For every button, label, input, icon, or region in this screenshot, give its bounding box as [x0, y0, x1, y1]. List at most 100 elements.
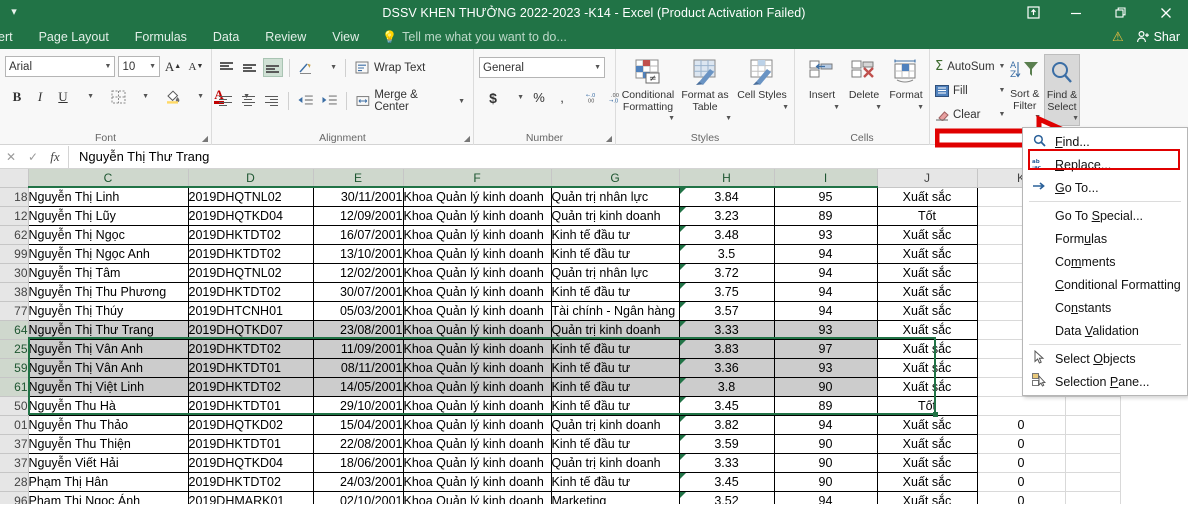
table-row[interactable]: 25 Nguyễn Thị Vân Anh 2019DHKTDT02 11/09/20…: [0, 338, 1121, 359]
cell-h[interactable]: 3.45: [678, 395, 775, 416]
number-dialog-launcher-icon[interactable]: ◢: [606, 134, 612, 143]
currency-format-button[interactable]: $: [483, 87, 503, 108]
underline-dropdown[interactable]: ▼: [76, 86, 96, 107]
cell-i[interactable]: 94: [773, 262, 878, 283]
cell-c[interactable]: Nguyễn Thị Ngọc: [27, 224, 189, 245]
cell-h[interactable]: 3.33: [678, 319, 775, 340]
cell-f[interactable]: Khoa Quản lý kinh doanh: [402, 395, 552, 416]
cell-d[interactable]: 2019DHKTDT02: [187, 243, 314, 264]
cell-e[interactable]: 16/07/2001: [312, 224, 404, 245]
menu-item-formulas[interactable]: Formulas: [1023, 227, 1187, 250]
cell-e[interactable]: 11/09/2001: [312, 338, 404, 359]
cell-e[interactable]: 30/07/2001: [312, 281, 404, 302]
column-header-g[interactable]: G: [550, 169, 680, 188]
select-all-corner[interactable]: [0, 169, 29, 188]
clear-button[interactable]: Clear ▼: [935, 104, 1005, 125]
cell-i[interactable]: 93: [773, 357, 878, 378]
cell-c[interactable]: Nguyễn Thu Thảo: [27, 414, 189, 435]
cell-e[interactable]: 15/04/2001: [312, 414, 404, 435]
cell-h[interactable]: 3.5: [678, 243, 775, 264]
cell-d[interactable]: 2019DHKTDT02: [187, 338, 314, 359]
cell-g[interactable]: Quản trị nhân lực: [550, 186, 680, 207]
table-row[interactable]: 01 Nguyễn Thu Thảo 2019DHQTKD02 15/04/2001 K…: [0, 414, 1121, 435]
fx-icon[interactable]: fx: [44, 149, 66, 165]
cell-e[interactable]: 29/10/2001: [312, 395, 404, 416]
cancel-x-icon[interactable]: ✕: [0, 150, 22, 164]
cell-j[interactable]: Xuất sắc: [876, 281, 978, 302]
menu-item-select-objects[interactable]: Select Objects: [1023, 347, 1187, 370]
cell-c[interactable]: Phạm Thị Hân: [27, 471, 189, 492]
cell-c[interactable]: Nguyễn Thu Thiện: [27, 433, 189, 454]
sort-filter-button[interactable]: AZ Sort & Filter ▼: [1008, 54, 1041, 124]
table-row[interactable]: 62 Nguyễn Thị Ngọc 2019DHKTDT02 16/07/2001 K…: [0, 224, 1121, 245]
borders-icon[interactable]: [108, 86, 128, 107]
cell-d[interactable]: 2019DHKTDT02: [187, 376, 314, 397]
find-select-button[interactable]: Find & Select ▼: [1044, 54, 1080, 126]
cell-h[interactable]: 3.52: [678, 490, 775, 504]
cell-d[interactable]: 2019DHQTKD04: [187, 452, 314, 473]
cell-i[interactable]: 94: [773, 490, 878, 504]
underline-button[interactable]: U: [53, 86, 73, 107]
font-name-select[interactable]: Arial ▼: [5, 56, 116, 77]
cell-h[interactable]: 3.23: [678, 205, 775, 226]
cell-j[interactable]: Xuất sắc: [876, 433, 978, 454]
cell-l[interactable]: [1064, 452, 1121, 473]
row-header[interactable]: 37: [0, 433, 29, 454]
cell-g[interactable]: Quản trị kinh doanh: [550, 414, 680, 435]
cell-f[interactable]: Khoa Quản lý kinh doanh: [402, 281, 552, 302]
cell-e[interactable]: 18/06/2001: [312, 452, 404, 473]
ribbon-display-options-icon[interactable]: [1013, 0, 1053, 25]
cell-e[interactable]: 12/09/2001: [312, 205, 404, 226]
cell-styles-button[interactable]: Cell Styles ▼: [735, 55, 789, 113]
tab-insert[interactable]: ert: [0, 25, 26, 49]
cell-j[interactable]: Xuất sắc: [876, 319, 978, 340]
align-left-button[interactable]: [217, 92, 237, 111]
cell-i[interactable]: 89: [773, 395, 878, 416]
cell-d[interactable]: 2019DHMARK01: [187, 490, 314, 504]
cell-f[interactable]: Khoa Quản lý kinh doanh: [402, 376, 552, 397]
table-row[interactable]: 37 Nguyễn Viết Hải 2019DHQTKD04 18/06/2001 K…: [0, 452, 1121, 473]
row-header[interactable]: 77: [0, 300, 29, 321]
cell-h[interactable]: 3.36: [678, 357, 775, 378]
cell-f[interactable]: Khoa Quản lý kinh doanh: [402, 433, 552, 454]
cell-c[interactable]: Nguyễn Viết Hải: [27, 452, 189, 473]
cell-g[interactable]: Kinh tế đầu tư: [550, 471, 680, 492]
restore-icon[interactable]: [1098, 0, 1143, 25]
italic-button[interactable]: I: [30, 86, 50, 107]
cell-j[interactable]: Xuất sắc: [876, 376, 978, 397]
align-bottom-button[interactable]: [263, 58, 283, 77]
tab-page-layout[interactable]: Page Layout: [26, 25, 122, 49]
align-middle-button[interactable]: [240, 58, 260, 77]
cell-e[interactable]: 23/08/2001: [312, 319, 404, 340]
cell-c[interactable]: Nguyễn Thị Vân Anh: [27, 357, 189, 378]
menu-item-go-to-special[interactable]: Go To Special...: [1023, 204, 1187, 227]
table-row[interactable]: 50 Nguyễn Thu Hà 2019DHKTDT01 29/10/2001 Kho…: [0, 395, 1121, 416]
cell-l[interactable]: [1064, 433, 1121, 454]
cell-f[interactable]: Khoa Quản lý kinh doanh: [402, 471, 552, 492]
share-button[interactable]: Shar: [1132, 30, 1184, 44]
cell-h[interactable]: 3.57: [678, 300, 775, 321]
column-header-j[interactable]: J: [876, 169, 978, 188]
cell-j[interactable]: Xuất sắc: [876, 490, 978, 504]
cell-j[interactable]: Xuất sắc: [876, 262, 978, 283]
cell-f[interactable]: Khoa Quản lý kinh doanh: [402, 490, 552, 504]
tab-formulas[interactable]: Formulas: [122, 25, 200, 49]
cell-h[interactable]: 3.72: [678, 262, 775, 283]
cell-g[interactable]: Quản trị nhân lực: [550, 262, 680, 283]
cell-i[interactable]: 89: [773, 205, 878, 226]
cell-g[interactable]: Quản trị kinh doanh: [550, 205, 680, 226]
cell-h[interactable]: 3.33: [678, 452, 775, 473]
align-top-button[interactable]: [217, 58, 237, 77]
cell-k[interactable]: 0: [976, 452, 1066, 473]
cell-k[interactable]: 0: [976, 433, 1066, 454]
cell-h[interactable]: 3.45: [678, 471, 775, 492]
decrease-font-size-button[interactable]: A ▼: [186, 56, 206, 77]
decrease-decimal-icon[interactable]: ←.0 00: [584, 87, 604, 108]
row-header[interactable]: 61: [0, 376, 29, 397]
row-header[interactable]: 18: [0, 186, 29, 207]
cell-f[interactable]: Khoa Quản lý kinh doanh: [402, 186, 552, 207]
cell-k[interactable]: [976, 395, 1066, 416]
cell-i[interactable]: 97: [773, 338, 878, 359]
cell-l[interactable]: [1064, 414, 1121, 435]
cell-j[interactable]: Xuất sắc: [876, 224, 978, 245]
